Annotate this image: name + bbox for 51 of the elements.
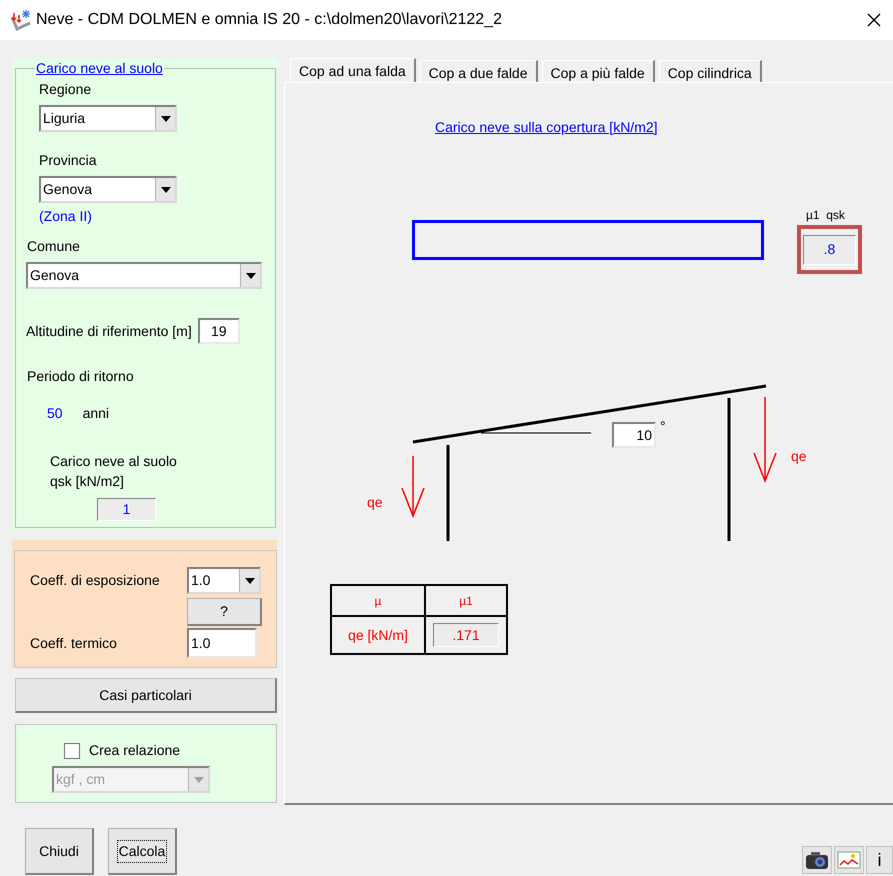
load-arrow xyxy=(401,455,425,518)
degree-symbol: ° xyxy=(660,417,666,436)
help-button[interactable]: ? xyxy=(187,598,262,626)
section-link[interactable]: Carico neve al suolo xyxy=(36,60,163,76)
chart-icon[interactable] xyxy=(834,846,864,874)
load-label: qe xyxy=(367,493,383,512)
caret-icon xyxy=(244,578,254,584)
zone-text: (Zona II) xyxy=(39,207,93,226)
tab[interactable]: Cop ad una falda xyxy=(290,58,416,82)
caret-icon xyxy=(160,186,170,192)
info-button[interactable]: i xyxy=(866,846,893,874)
tab[interactable]: Cop a più falde xyxy=(542,60,655,82)
output-field: .171 xyxy=(433,623,499,647)
input-field[interactable]: 10 xyxy=(612,422,656,448)
field-label: Carico neve al suolo qsk [kN/m2] xyxy=(50,452,178,491)
snowflake-icon xyxy=(10,9,32,31)
field-label: Provincia xyxy=(39,151,98,170)
output-field: 1 xyxy=(97,498,156,521)
input-field[interactable]: 19 xyxy=(198,318,240,344)
dropdown[interactable]: 1.0 xyxy=(187,567,261,594)
caret-icon xyxy=(194,776,204,782)
field-label: Altitudine di riferimento [m] xyxy=(26,322,192,341)
tab[interactable]: Cop cilindrica xyxy=(658,60,762,82)
window-title: Neve - CDM DOLMEN e omnia IS 20 - c:\dolmen20\lavori\2122_2 xyxy=(36,10,502,30)
dialog-button[interactable]: Chiudi xyxy=(25,828,94,875)
table-header: µ1 xyxy=(426,586,506,617)
camera-icon[interactable] xyxy=(802,846,832,874)
special-cases-button[interactable]: Casi particolari xyxy=(15,678,277,713)
caret-icon xyxy=(246,272,256,278)
dialog-button[interactable]: Calcola xyxy=(108,828,177,875)
input-field[interactable]: 1.0 xyxy=(187,628,257,658)
table-cell: qe [kN/m] xyxy=(332,617,426,653)
period-value: 50 xyxy=(47,404,63,423)
caret-icon xyxy=(160,116,170,122)
field-label: µ1 qsk xyxy=(806,207,845,224)
dropdown[interactable]: Genova xyxy=(26,262,262,289)
unit-label: anni xyxy=(82,404,110,423)
field-label: Coeff. di esposizione xyxy=(30,571,161,590)
output-field: .8 xyxy=(803,234,856,264)
field-label: Periodo di ritorno xyxy=(27,367,135,386)
field-label: Regione xyxy=(39,80,92,99)
field-label: Comune xyxy=(27,237,81,256)
checkbox-label: Crea relazione xyxy=(89,741,180,760)
load-label: qe xyxy=(791,447,807,466)
dropdown[interactable]: Liguria xyxy=(39,105,177,132)
roof-load-link[interactable]: Carico neve sulla copertura [kN/m2] xyxy=(435,117,658,138)
dropdown[interactable]: Genova xyxy=(39,176,177,203)
tab[interactable]: Cop a due falde xyxy=(420,60,538,82)
table-header: µ xyxy=(332,586,426,617)
field-label: Coeff. termico xyxy=(30,634,118,652)
close-icon[interactable] xyxy=(867,13,881,27)
